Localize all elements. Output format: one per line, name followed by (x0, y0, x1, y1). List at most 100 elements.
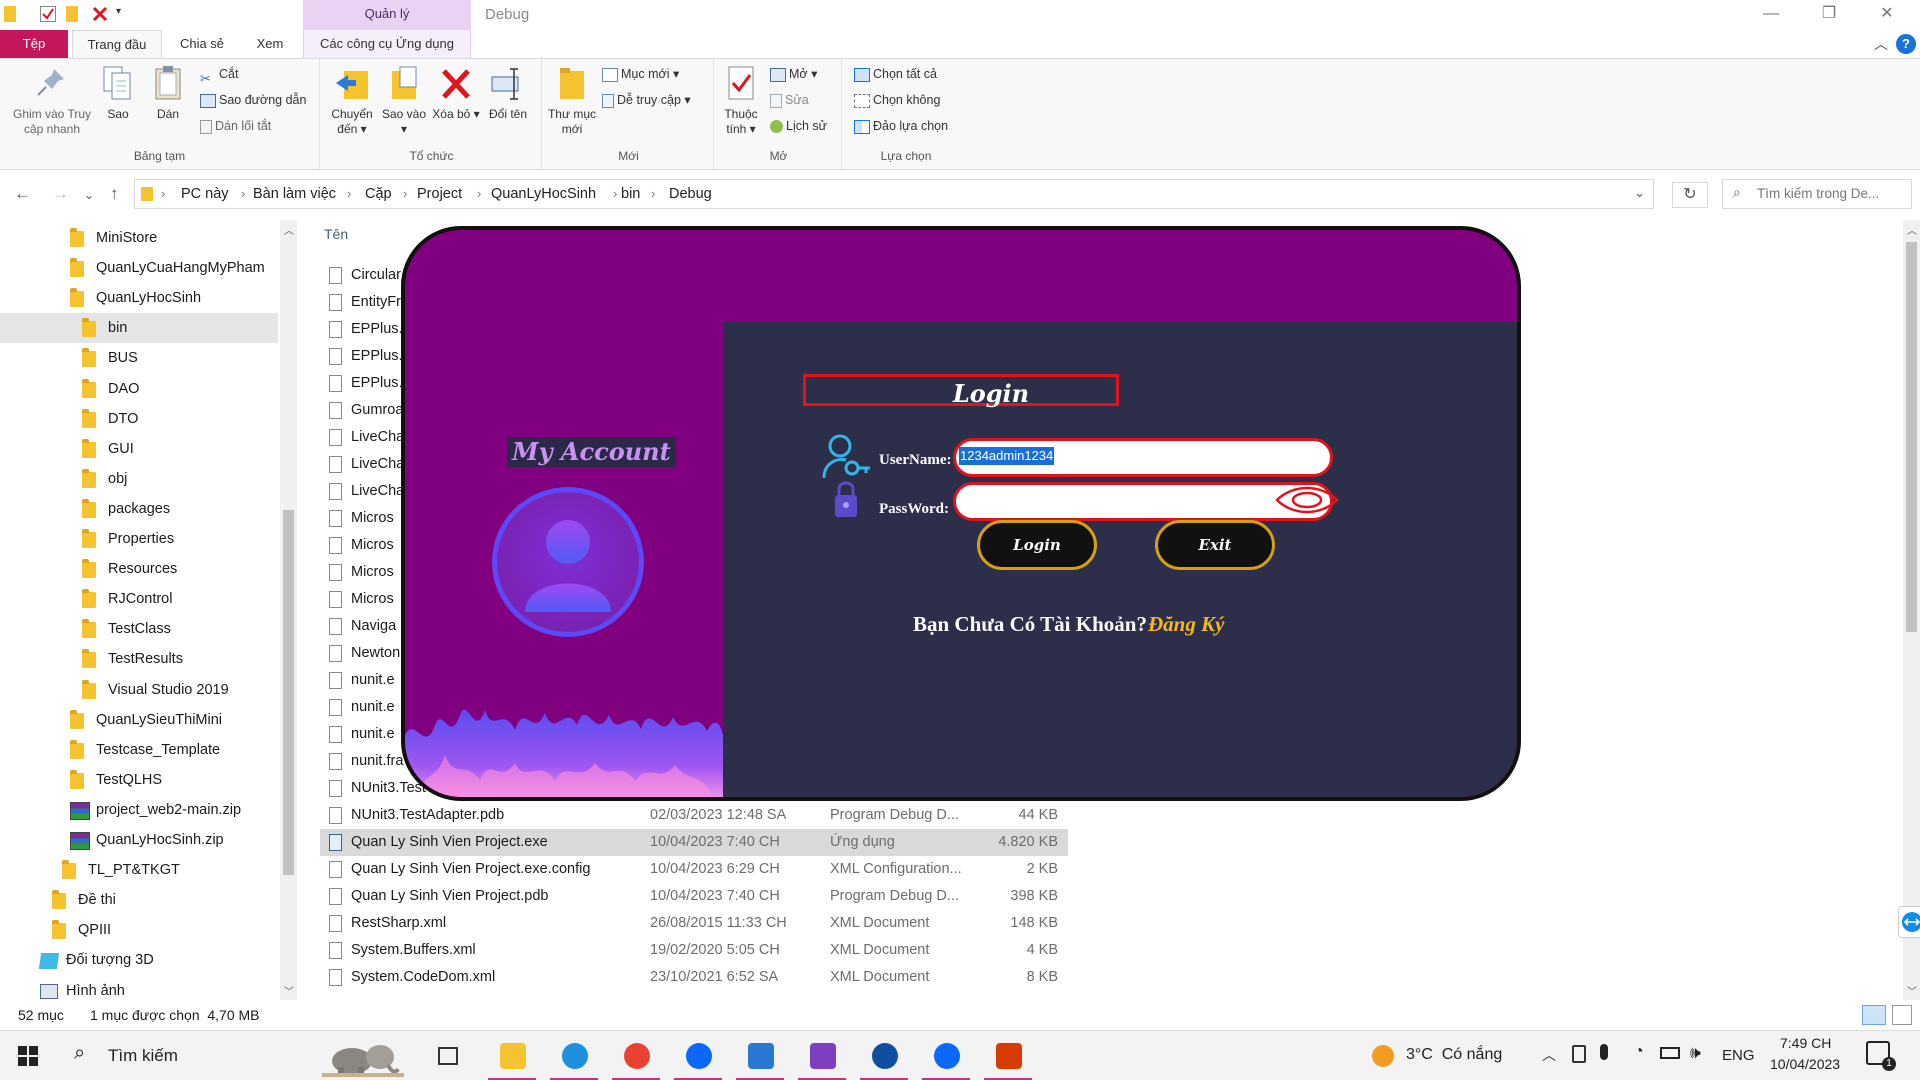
breadcrumb-desktop[interactable]: Bàn làm việc (253, 186, 336, 202)
tab-home[interactable]: Trang đầu (72, 30, 162, 58)
column-name-header[interactable]: Tên (324, 226, 348, 242)
eye-icon[interactable] (1275, 484, 1339, 519)
tab-app-tools[interactable]: Các công cụ Ứng dụng (303, 30, 471, 58)
chevron-down-icon[interactable]: ▾ (116, 6, 132, 22)
maximize-button[interactable]: ❐ (1800, 0, 1858, 30)
invert-selection-button[interactable]: Đảo lựa chọn (854, 115, 948, 137)
edit-button[interactable]: Sửa (770, 89, 809, 111)
nav-item[interactable]: GUI (0, 434, 278, 464)
select-none-button[interactable]: Chọn không (854, 89, 940, 111)
file-row[interactable]: System.CodeDom.xml 23/10/2021 6:52 SA XML … (320, 964, 1068, 991)
tab-file[interactable]: Tệp (0, 30, 68, 58)
open-button[interactable]: Mở ▾ (770, 63, 817, 85)
volume-icon[interactable]: 🕪 (1690, 1043, 1701, 1063)
windows-start-icon[interactable] (18, 1046, 38, 1069)
username-input[interactable]: 1234admin1234 (953, 438, 1333, 477)
rename-button[interactable]: Đổi tên (484, 63, 532, 122)
breadcrumb-pc[interactable]: PC này (181, 186, 229, 202)
minimize-button[interactable]: — (1742, 0, 1800, 30)
nav-item[interactable]: TestQLHS (0, 765, 278, 795)
recent-chevron-icon[interactable]: ⌄ (84, 188, 94, 202)
new-item-button[interactable]: Mục mới ▾ (602, 63, 679, 85)
login-button[interactable]: Login (977, 520, 1097, 570)
scroll-down-icon[interactable]: ﹀ (284, 983, 294, 998)
nav-item[interactable]: Properties (0, 524, 278, 554)
nav-item[interactable]: QPIII (0, 915, 278, 945)
nav-item[interactable]: QuanLyCuaHangMyPham (0, 253, 278, 283)
taskbar-search[interactable]: ⌕ Tìm kiếm (60, 1031, 420, 1080)
nav-item[interactable]: Đối tượng 3D (0, 945, 278, 975)
properties-quick-icon[interactable] (40, 6, 56, 22)
breadcrumb-project[interactable]: Project (417, 186, 462, 202)
help-icon[interactable]: ? (1896, 34, 1916, 54)
file-row[interactable]: NUnit3.TestAdapter.pdb 02/03/2023 12:48 S… (320, 802, 1068, 829)
cut-button[interactable]: ✂ Cắt (200, 63, 238, 86)
nav-item[interactable]: Hình ảnh (0, 976, 278, 1006)
teamviewer-taskbar-icon[interactable] (856, 1037, 912, 1080)
search-input[interactable]: ⌕ Tìm kiếm trong De... (1722, 179, 1912, 209)
nav-item[interactable]: TL_PT&TKGT (0, 855, 278, 885)
pin-quick-access-button[interactable]: Ghim vào Truy cập nhanh (6, 63, 98, 137)
office-taskbar-icon[interactable] (980, 1037, 1036, 1080)
file-row[interactable]: Quan Ly Sinh Vien Project.pdb 10/04/2023 … (320, 883, 1068, 910)
clock-time[interactable]: 7:49 CH (1780, 1035, 1831, 1051)
nav-item[interactable]: obj (0, 464, 278, 494)
nav-item[interactable]: TestResults (0, 644, 278, 674)
scroll-down-icon[interactable]: ﹀ (1907, 983, 1917, 998)
battery-icon[interactable] (1660, 1047, 1680, 1059)
back-arrow-icon[interactable]: ← (14, 184, 31, 204)
teamviewer-side-icon[interactable] (1898, 906, 1920, 938)
file-row[interactable]: RestSharp.xml 26/08/2015 11:33 CH XML Docu… (320, 910, 1068, 937)
nav-item[interactable]: Đề thi (0, 885, 278, 915)
task-view-taskbar-icon[interactable] (422, 1037, 478, 1080)
history-button[interactable]: Lịch sử (770, 115, 827, 137)
chevron-up-icon[interactable]: ︿ (1874, 34, 1888, 54)
photos-taskbar-icon[interactable] (732, 1037, 788, 1080)
nav-item[interactable]: QuanLyHocSinh.zip (0, 825, 278, 855)
nav-item[interactable]: QuanLyHocSinh (0, 283, 278, 313)
file-list-scrollbar[interactable]: ︿ ﹀ (1903, 220, 1920, 1000)
file-list-scroll-thumb[interactable] (1906, 242, 1917, 632)
file-row[interactable]: Quan Ly Sinh Vien Project.exe.config 10/0… (320, 856, 1068, 883)
copy-path-button[interactable]: Sao đường dẫn (200, 89, 306, 111)
clock-date[interactable]: 10/04/2023 (1770, 1056, 1840, 1072)
chrome-taskbar-icon[interactable] (608, 1037, 664, 1080)
tab-share[interactable]: Chia sẻ (170, 30, 234, 58)
wifi-icon[interactable]: ◔ (1634, 1043, 1644, 1061)
breadcrumb-debug[interactable]: Debug (669, 186, 712, 202)
edge-taskbar-icon[interactable] (546, 1037, 602, 1080)
zalo-call-taskbar-icon[interactable] (918, 1037, 974, 1080)
refresh-icon[interactable]: ↻ (1672, 182, 1708, 208)
breadcrumb-quanlyhocsinh[interactable]: QuanLyHocSinh (491, 186, 596, 202)
register-link[interactable]: Đăng Ký (1148, 612, 1224, 637)
easy-access-button[interactable]: Dễ truy cập ▾ (602, 89, 691, 111)
file-row[interactable]: Quan Ly Sinh Vien Project.exe 10/04/2023 … (320, 829, 1068, 856)
nav-item[interactable]: QuanLySieuThiMini (0, 705, 278, 735)
weather-text[interactable]: 3°C Có nắng (1406, 1046, 1502, 1064)
up-arrow-icon[interactable]: ↑ (110, 184, 119, 204)
nav-item[interactable]: Testcase_Template (0, 735, 278, 765)
breadcrumb-bin[interactable]: bin (621, 186, 640, 202)
select-all-button[interactable]: Chọn tất cả (854, 63, 937, 85)
scroll-up-icon[interactable]: ︿ (284, 222, 294, 237)
nav-scroll-thumb[interactable] (283, 510, 294, 875)
paste-shortcut-button[interactable]: Dán lối tắt (200, 115, 271, 137)
nav-scrollbar[interactable]: ︿ ﹀ (280, 220, 297, 1000)
delete-button[interactable]: Xóa bỏ ▾ (432, 63, 480, 122)
notification-icon[interactable]: 1 (1866, 1041, 1896, 1071)
address-dropdown-chevron-icon[interactable]: ⌄ (1634, 185, 1645, 201)
paste-button[interactable]: Dán (150, 63, 186, 122)
delete-quick-icon[interactable] (92, 6, 108, 22)
properties-button[interactable]: Thuộc tính ▾ (716, 63, 766, 137)
nav-item[interactable]: MiniStore (0, 223, 278, 253)
tray-usb-icon[interactable] (1572, 1045, 1586, 1063)
scroll-up-icon[interactable]: ︿ (1907, 222, 1917, 237)
new-folder-quick-icon[interactable] (66, 6, 78, 22)
forward-arrow-icon[interactable]: → (52, 184, 69, 204)
zalo-taskbar-icon[interactable] (670, 1037, 726, 1080)
move-to-button[interactable]: Chuyển đến ▾ (328, 63, 376, 137)
breadcrumb-cap[interactable]: Cặp (365, 186, 392, 202)
microphone-icon[interactable] (1600, 1044, 1608, 1060)
nav-item[interactable]: project_web2-main.zip (0, 795, 278, 825)
visual-studio-taskbar-icon[interactable] (794, 1037, 850, 1080)
